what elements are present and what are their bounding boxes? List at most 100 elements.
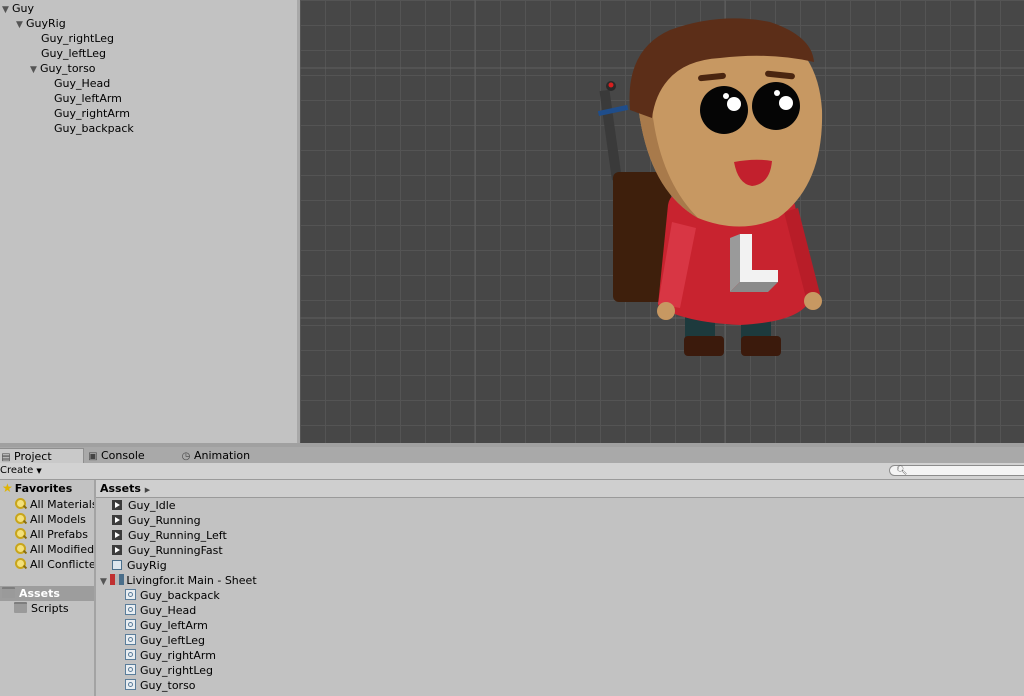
sprite-item-label: Guy_rightLeg (140, 664, 214, 677)
sprite-icon (125, 679, 136, 690)
assets-folder-label: Assets (19, 587, 60, 600)
asset-item[interactable]: GuyRig (112, 558, 167, 573)
breadcrumb-label: Assets (100, 482, 141, 495)
create-button[interactable]: Create ▼ (0, 464, 46, 478)
favorite-item[interactable]: All Conflicte (15, 557, 96, 572)
breadcrumb-item-assets[interactable]: Assets ▶ (100, 481, 150, 498)
sprite-item[interactable]: Guy_torso (125, 678, 196, 693)
bottom-tab-bar: ▤ Project ▣ Console ◷ Animation (0, 447, 1024, 464)
assets-folder-item[interactable]: Assets (0, 586, 94, 601)
hierarchy-item-guy-backpack[interactable]: Guy_backpack (54, 121, 134, 136)
guy-character[interactable] (597, 18, 823, 356)
expand-arrow-icon[interactable]: ▼ (100, 577, 107, 587)
project-toolbar: Create ▼ 🔍︎ (0, 463, 1024, 480)
sprite-item[interactable]: Guy_backpack (125, 588, 220, 603)
sprite-item[interactable]: Guy_rightLeg (125, 663, 213, 678)
hierarchy-item-guy-rightleg[interactable]: Guy_rightLeg (41, 31, 114, 46)
asset-item-sprite-sheet[interactable]: ▼ Livingfor.it Main - Sheet (100, 573, 257, 588)
hierarchy-item-label: Guy_torso (40, 62, 96, 75)
console-icon: ▣ (88, 451, 98, 462)
asset-item[interactable]: Guy_Running_Left (112, 528, 227, 543)
favorite-item[interactable]: All Modified (15, 542, 94, 557)
sprite-item[interactable]: Guy_rightArm (125, 648, 216, 663)
folder-icon (2, 587, 15, 598)
animation-icon: ◷ (181, 451, 191, 462)
asset-item[interactable]: Guy_Idle (112, 498, 176, 513)
scene-canvas[interactable] (300, 0, 1024, 443)
tab-label: Console (101, 449, 145, 462)
hierarchy-item-guyrig[interactable]: ▼ GuyRig (16, 16, 66, 31)
sprite-icon (125, 649, 136, 660)
hierarchy-item-guy-rightarm[interactable]: Guy_rightArm (54, 106, 130, 121)
favorite-item-label: All Modified (30, 543, 95, 556)
search-filter-icon (15, 498, 27, 510)
breadcrumb: Assets ▶ (96, 480, 1024, 498)
folder-icon (14, 602, 27, 613)
animation-clip-icon (112, 500, 122, 510)
sprite-icon (125, 664, 136, 675)
sprite-item[interactable]: Guy_leftArm (125, 618, 208, 633)
scene-view[interactable] (300, 0, 1024, 443)
search-icon: 🔍︎ (896, 466, 908, 476)
hierarchy-panel: ▼ Guy ▼ GuyRig Guy_rightLeg Guy_leftLeg ▼ G… (0, 0, 300, 443)
favorite-item[interactable]: All Materials (15, 497, 96, 512)
dropdown-arrow-icon: ▼ (36, 467, 42, 475)
animation-clip-icon (112, 545, 122, 555)
sprite-item[interactable]: Guy_leftLeg (125, 633, 205, 648)
sprite-item-label: Guy_Head (140, 604, 197, 617)
prefab-icon (112, 560, 122, 570)
hierarchy-item-guy[interactable]: ▼ Guy (2, 1, 34, 16)
project-folder-tree: ★ Favorites All Materials All Models All … (0, 480, 96, 696)
favorite-item-label: All Materials (30, 498, 96, 511)
tab-label: Animation (194, 449, 251, 462)
asset-item-label: Livingfor.it Main - Sheet (126, 574, 257, 587)
favorite-item-label: All Conflicte (30, 558, 96, 571)
hierarchy-item-guy-head[interactable]: Guy_Head (54, 76, 110, 91)
sprite-item[interactable]: Guy_Head (125, 603, 196, 618)
breadcrumb-arrow-icon: ▶ (144, 486, 151, 494)
sprite-item-label: Guy_backpack (140, 589, 220, 602)
tab-console[interactable]: ▣ Console (84, 448, 151, 463)
scripts-folder-label: Scripts (31, 602, 69, 615)
hierarchy-item-guy-torso[interactable]: ▼ Guy_torso (30, 61, 96, 76)
hierarchy-item-label: Guy_leftLeg (41, 47, 107, 60)
search-filter-icon (15, 528, 27, 540)
asset-item-label: Guy_Idle (128, 499, 176, 512)
asset-item-label: Guy_Running (128, 514, 201, 527)
asset-item[interactable]: Guy_Running (112, 513, 201, 528)
asset-item-label: Guy_RunningFast (128, 544, 223, 557)
search-filter-icon (15, 543, 27, 555)
asset-item-label: GuyRig (127, 559, 167, 572)
hierarchy-item-label: Guy_leftArm (54, 92, 122, 105)
sprite-item-label: Guy_rightArm (140, 649, 216, 662)
tab-project[interactable]: ▤ Project (0, 448, 84, 464)
sword-sprite (597, 81, 629, 181)
hierarchy-item-label: Guy_backpack (54, 122, 134, 135)
scripts-folder-item[interactable]: Scripts (14, 601, 69, 616)
sprite-sheet-icon (110, 574, 125, 585)
tab-label: Project (14, 450, 52, 463)
sprite-icon (125, 634, 136, 645)
hierarchy-item-label: Guy_Head (54, 77, 111, 90)
hierarchy-item-label: Guy_rightArm (54, 107, 130, 120)
favorites-label: Favorites (14, 482, 73, 495)
search-filter-icon (15, 513, 27, 525)
expand-arrow-icon[interactable]: ▼ (30, 63, 40, 78)
sprite-item-label: Guy_leftLeg (140, 634, 206, 647)
tab-animation[interactable]: ◷ Animation (177, 448, 256, 463)
expand-arrow-icon[interactable]: ▼ (2, 3, 12, 18)
favorites-header[interactable]: ★ Favorites (2, 481, 72, 496)
favorite-item[interactable]: All Prefabs (15, 527, 88, 542)
animation-clip-icon (112, 515, 122, 525)
star-icon: ★ (2, 481, 13, 495)
animation-clip-icon (112, 530, 122, 540)
asset-item[interactable]: Guy_RunningFast (112, 543, 223, 558)
hierarchy-item-guy-leftarm[interactable]: Guy_leftArm (54, 91, 122, 106)
hierarchy-item-label: Guy (12, 2, 35, 15)
search-input[interactable]: 🔍︎ (889, 465, 1024, 476)
hierarchy-item-guy-leftleg[interactable]: Guy_leftLeg (41, 46, 106, 61)
create-button-label: Create (0, 465, 34, 476)
sprite-item-label: Guy_torso (140, 679, 196, 692)
favorite-item[interactable]: All Models (15, 512, 86, 527)
expand-arrow-icon[interactable]: ▼ (16, 18, 26, 33)
